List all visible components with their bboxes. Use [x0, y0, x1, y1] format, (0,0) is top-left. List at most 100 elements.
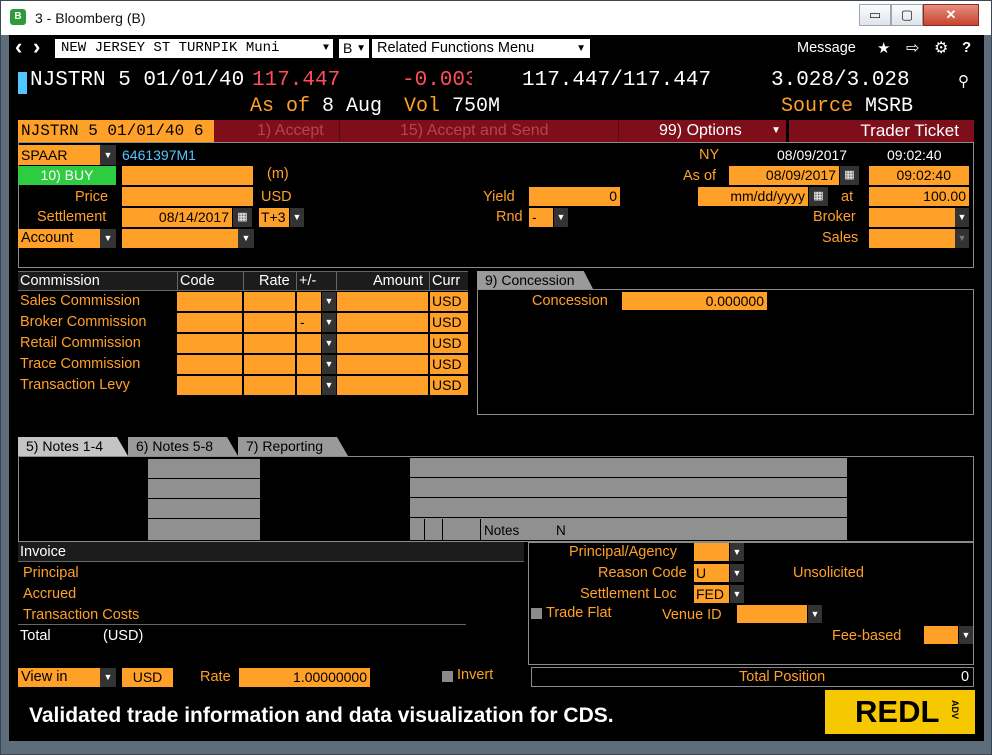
venue-id-input[interactable] [737, 605, 807, 623]
view-in-dropdown[interactable]: View in [18, 668, 100, 687]
accept-button[interactable]: 1) Accept [214, 120, 339, 142]
commission-code-input[interactable] [177, 334, 242, 353]
commission-sign-dropdown[interactable] [297, 376, 321, 395]
commission-code-input[interactable] [177, 313, 242, 332]
chevron-down-icon[interactable]: ▼ [955, 229, 969, 248]
settlement-loc-dropdown[interactable]: FED [694, 585, 729, 603]
related-functions-menu[interactable]: Related Functions Menu ▼ [372, 39, 590, 58]
commission-code-input[interactable] [177, 292, 242, 311]
commission-rate-input[interactable] [244, 292, 295, 311]
trade-flat-checkbox[interactable] [531, 608, 542, 619]
commission-amount-input[interactable] [337, 334, 428, 353]
chevron-down-icon[interactable]: ▼ [290, 208, 304, 227]
tab-notes-5-8[interactable]: 6) Notes 5-8 [128, 437, 238, 456]
chevron-down-icon[interactable]: ▼ [322, 355, 336, 374]
chevron-down-icon[interactable]: ▼ [322, 292, 336, 311]
commission-currency[interactable]: USD [430, 334, 468, 353]
as-of-date-input[interactable]: 08/09/2017 [729, 166, 839, 185]
accept-and-send-button[interactable]: 15) Accept and Send [339, 120, 618, 142]
commission-sign-dropdown[interactable] [297, 292, 321, 311]
buy-button[interactable]: 10) BUY [18, 166, 116, 185]
forward-button[interactable]: › [33, 36, 40, 58]
export-icon[interactable]: ⇨ [906, 38, 919, 58]
commission-amount-input[interactable] [337, 313, 428, 332]
commission-rate-input[interactable] [244, 313, 295, 332]
gear-icon[interactable]: ⚙ [934, 38, 948, 58]
chevron-down-icon[interactable]: ▼ [730, 564, 744, 582]
commission-currency[interactable]: USD [430, 313, 468, 332]
commission-rate-input[interactable] [244, 334, 295, 353]
settle-terms-dropdown[interactable]: T+3 [259, 208, 289, 227]
broker-input[interactable] [869, 208, 955, 227]
chevron-down-icon[interactable]: ▼ [730, 543, 744, 561]
commission-sign-dropdown[interactable] [297, 334, 321, 353]
reason-code-dropdown[interactable]: U [694, 564, 729, 582]
view-currency-input[interactable]: USD [122, 668, 173, 687]
options-menu[interactable]: 99) Options ▼ [618, 120, 786, 142]
spaar-dropdown[interactable]: SPAAR [18, 145, 100, 165]
yield-input[interactable]: 0 [529, 187, 620, 206]
commission-rate-input[interactable] [244, 355, 295, 374]
principal-agency-input[interactable] [694, 543, 729, 561]
chevron-down-icon[interactable]: ▼ [322, 313, 336, 332]
commission-amount-input[interactable] [337, 355, 428, 374]
chevron-down-icon[interactable]: ▼ [100, 145, 116, 165]
message-button[interactable]: Message [797, 40, 856, 56]
security-field[interactable]: NJSTRN 5 01/01/40 6 [18, 120, 214, 142]
date-input[interactable]: mm/dd/yyyy [698, 187, 808, 206]
commission-code-input[interactable] [177, 355, 242, 374]
help-icon[interactable]: ? [962, 39, 971, 56]
minimize-button[interactable]: ▭ [859, 4, 891, 26]
commission-code-input[interactable] [177, 376, 242, 395]
chevron-down-icon[interactable]: ▼ [238, 229, 254, 248]
chevron-down-icon[interactable]: ▼ [322, 376, 336, 395]
back-button[interactable]: ‹ [15, 36, 22, 58]
search-icon[interactable]: ⚲ [958, 72, 969, 90]
chevron-down-icon[interactable]: ▼ [322, 334, 336, 353]
as-of-time-input[interactable]: 09:02:40 [869, 166, 969, 185]
tab-reporting[interactable]: 7) Reporting [238, 437, 348, 456]
commission-currency[interactable]: USD [430, 292, 468, 311]
price-input[interactable] [122, 187, 253, 206]
maximize-button[interactable]: ▢ [891, 4, 923, 26]
chevron-down-icon[interactable]: ▼ [955, 208, 969, 227]
ny-date: 08/09/2017 [777, 147, 848, 163]
calendar-icon[interactable]: ▦ [840, 166, 859, 185]
settlement-date-input[interactable]: 08/14/2017 [122, 208, 232, 227]
commission-rate-input[interactable] [244, 376, 295, 395]
quantity-input[interactable] [122, 166, 253, 185]
rate-input[interactable]: 1.00000000 [239, 668, 370, 687]
sales-input[interactable] [869, 229, 955, 248]
chevron-down-icon[interactable]: ▼ [808, 605, 822, 623]
quote-yield: 3.028/3.028 [771, 69, 910, 92]
cusip-link[interactable]: 6461397M1 [122, 147, 196, 163]
chevron-down-icon[interactable]: ▼ [554, 208, 568, 227]
chevron-down-icon[interactable]: ▼ [100, 229, 116, 248]
account-dropdown[interactable]: Account [18, 229, 100, 248]
b-dropdown[interactable]: B ▼ [339, 39, 369, 58]
tab-concession[interactable]: 9) Concession [477, 271, 593, 289]
rounding-dropdown[interactable]: - [529, 208, 553, 227]
tab-notes-1-4[interactable]: 5) Notes 1-4 [18, 437, 128, 456]
fee-based-input[interactable] [924, 626, 958, 644]
chevron-down-icon[interactable]: ▼ [100, 668, 116, 687]
commission-currency[interactable]: USD [430, 376, 468, 395]
chevron-down-icon[interactable]: ▼ [730, 585, 744, 603]
commission-amount-input[interactable] [337, 376, 428, 395]
calendar-icon[interactable]: ▦ [233, 208, 252, 227]
invert-checkbox[interactable] [442, 671, 453, 682]
star-icon[interactable]: ★ [877, 39, 890, 57]
trader-ticket-button[interactable]: Trader Ticket [786, 120, 974, 142]
security-dropdown[interactable]: NEW JERSEY ST TURNPIK Muni ▼ [55, 39, 333, 58]
account-input[interactable] [122, 229, 238, 248]
concession-input[interactable]: 0.000000 [622, 292, 767, 310]
commission-sign-dropdown[interactable]: - [297, 313, 321, 332]
commission-currency[interactable]: USD [430, 355, 468, 374]
calendar-icon[interactable]: ▦ [809, 187, 828, 206]
close-button[interactable]: ✕ [923, 4, 979, 26]
advertisement-banner[interactable]: Validated trade information and data vis… [9, 690, 984, 741]
at-value-input[interactable]: 100.00 [869, 187, 969, 206]
commission-amount-input[interactable] [337, 292, 428, 311]
commission-sign-dropdown[interactable] [297, 355, 321, 374]
chevron-down-icon[interactable]: ▼ [959, 626, 973, 644]
